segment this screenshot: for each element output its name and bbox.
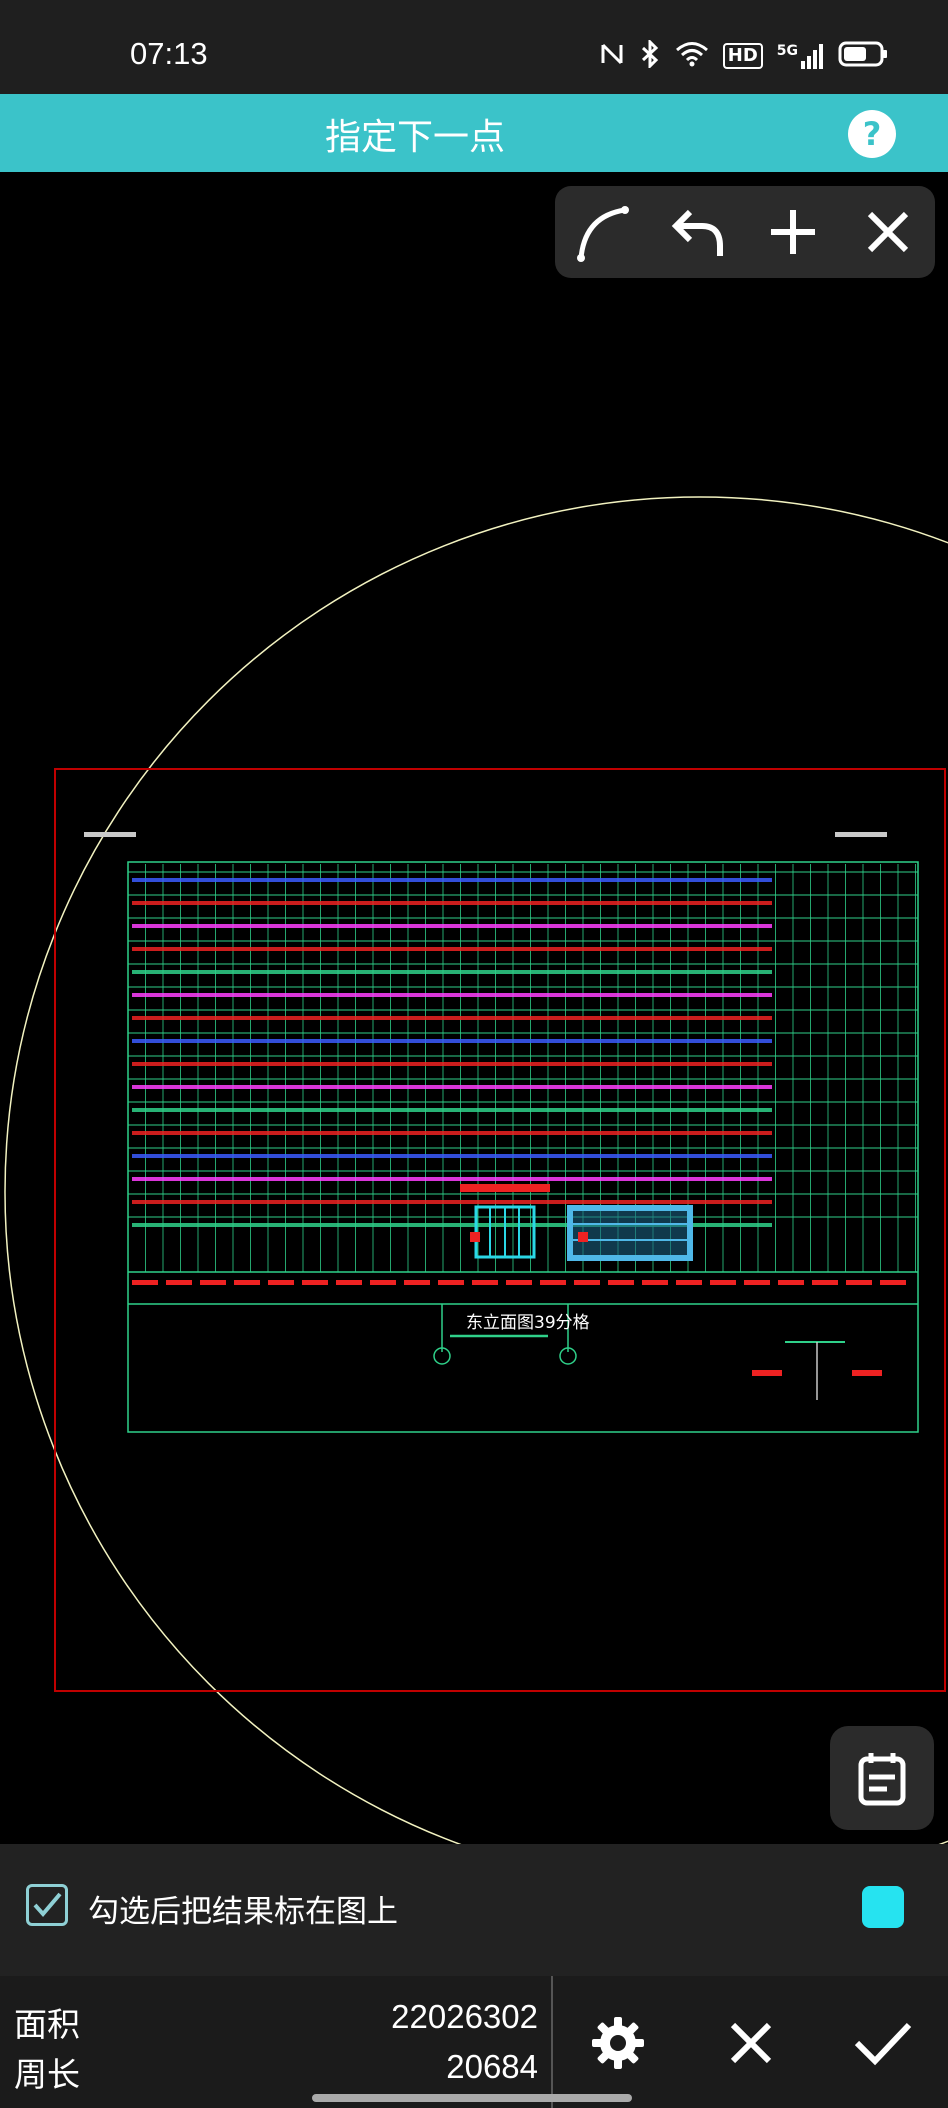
drawing-frame — [54, 768, 946, 1692]
perimeter-label: 周长 — [14, 2055, 80, 2094]
drawing-canvas[interactable]: 东立面图39分格 — [0, 172, 948, 1844]
status-time: 07:13 — [130, 36, 208, 71]
bluetooth-icon — [639, 38, 661, 72]
status-bar: 07:13 HD 5G — [0, 0, 948, 94]
notepad-icon — [858, 1753, 906, 1806]
area-label: 面积 — [14, 2005, 80, 2044]
5g-signal-icon: 5G — [777, 43, 824, 69]
arc-icon[interactable] — [568, 197, 638, 267]
close-icon — [730, 2022, 772, 2064]
area-value: 22026302 — [391, 1998, 538, 2035]
hd-label: HD — [727, 45, 758, 66]
perimeter-value: 20684 — [446, 2048, 538, 2085]
floating-toolbar — [555, 186, 935, 278]
hd-icon: HD — [722, 43, 763, 69]
battery-icon — [838, 41, 888, 71]
mark-result-row: 勾选后把结果标在图上 — [0, 1844, 948, 1976]
page-title: 指定下一点 — [324, 117, 505, 158]
cad-drawing: 东立面图39分格 — [4, 496, 948, 1844]
wifi-icon — [675, 41, 709, 71]
network-label: 5G — [776, 43, 798, 59]
drawing-title: 东立面图39分格 — [466, 1313, 590, 1333]
results-panel: 面积 22026302 周长 20684 — [0, 1976, 948, 2108]
close-icon[interactable] — [853, 197, 923, 267]
check-icon — [854, 2022, 912, 2066]
mark-result-checkbox[interactable] — [26, 1884, 68, 1926]
cancel-button[interactable] — [706, 1998, 796, 2088]
facade-grid: 东立面图39分格 — [127, 861, 919, 1433]
color-picker-button[interactable] — [862, 1886, 904, 1928]
nfc-icon — [599, 41, 625, 71]
home-indicator[interactable] — [312, 2094, 632, 2102]
notes-button[interactable] — [830, 1726, 934, 1830]
mark-result-label: 勾选后把结果标在图上 — [88, 1894, 398, 1930]
gear-icon — [592, 2017, 644, 2069]
results-divider — [551, 1976, 553, 2108]
corner-label-right — [835, 832, 887, 837]
status-icons: HD 5G — [599, 38, 888, 72]
confirm-button[interactable] — [838, 1998, 928, 2088]
settings-button[interactable] — [573, 1998, 663, 2088]
undo-icon[interactable] — [663, 197, 733, 267]
corner-label-left — [84, 832, 136, 837]
help-button[interactable]: ? — [848, 110, 896, 158]
title-bar: 指定下一点 ? — [0, 94, 948, 172]
checkmark-icon — [33, 1892, 62, 1918]
add-icon[interactable] — [758, 197, 828, 267]
